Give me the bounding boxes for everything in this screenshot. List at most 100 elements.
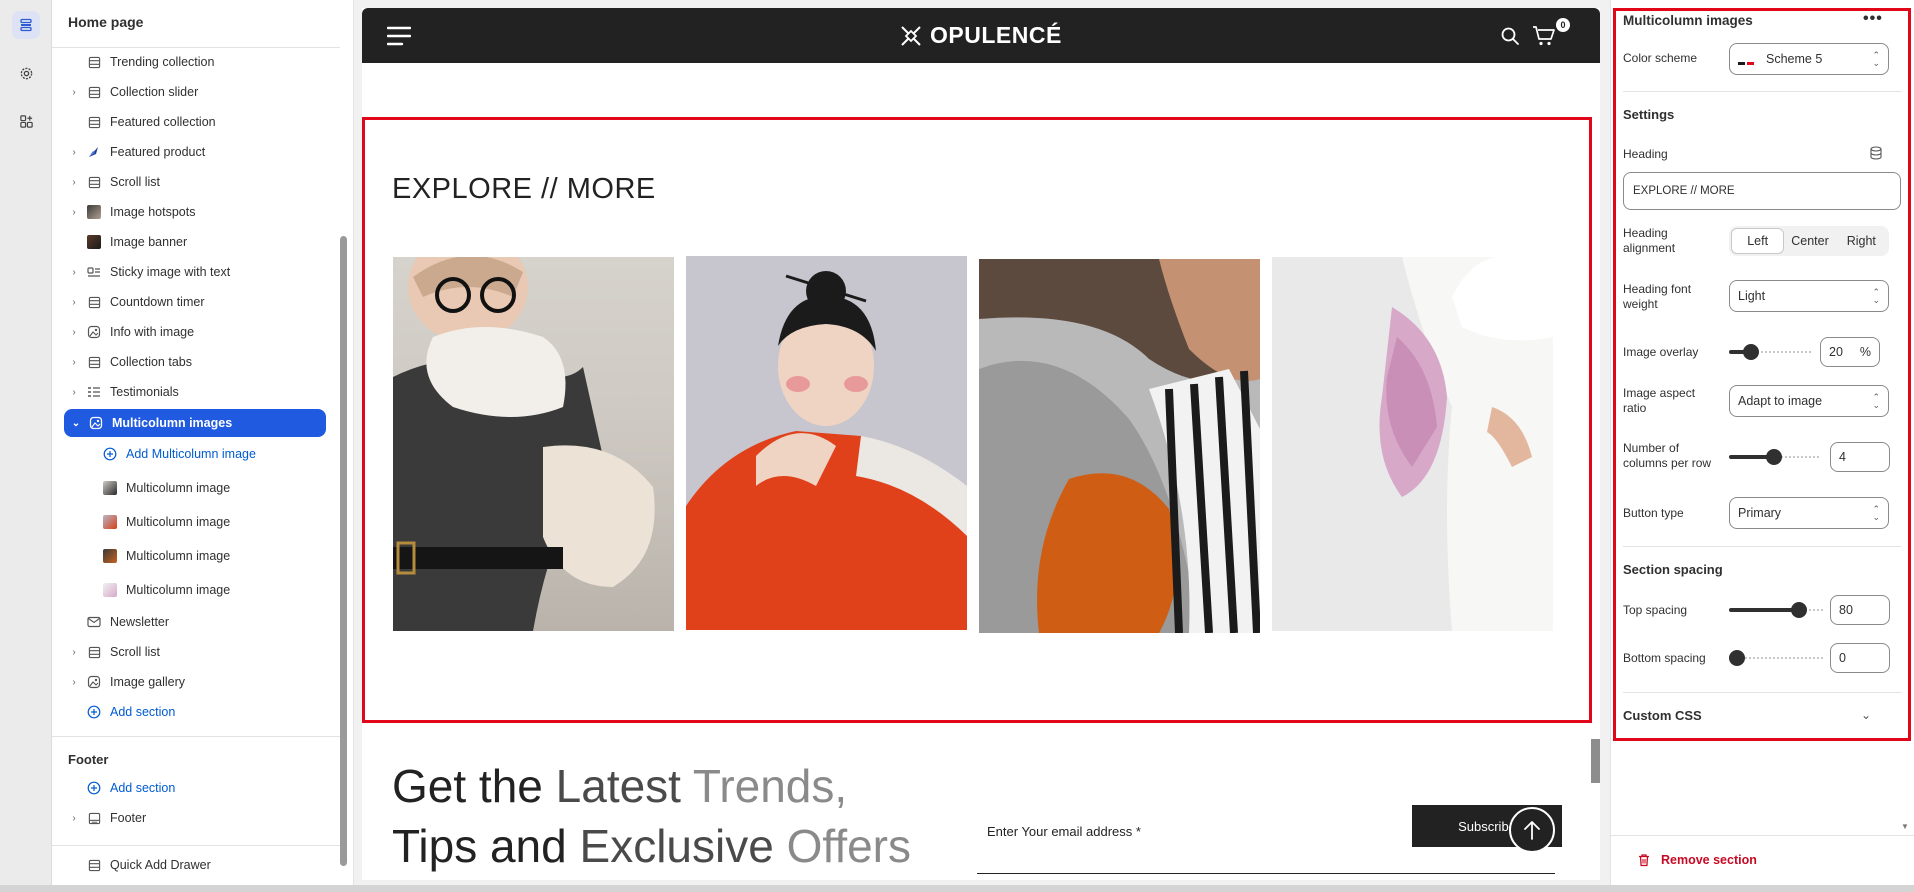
chevron-right-icon[interactable]: › [68, 147, 80, 158]
preview-scrollbar[interactable] [1591, 739, 1600, 783]
section-icon [86, 294, 102, 310]
sidebar-item[interactable]: Featured collection [52, 108, 340, 136]
add-block-link[interactable]: Add Multicolumn image [52, 440, 340, 468]
sidebar-item[interactable]: › Collection tabs [52, 348, 340, 376]
slider-knob[interactable] [1766, 449, 1782, 465]
multicolumn-image[interactable] [393, 257, 674, 631]
image-thumbnail-icon [102, 514, 118, 530]
back-to-top-button[interactable] [1509, 807, 1555, 853]
scroll-down-icon[interactable]: ▼ [1901, 822, 1909, 831]
chevron-right-icon[interactable]: › [68, 813, 80, 824]
sidebar-item[interactable]: › Sticky image with text [52, 258, 340, 286]
columns-input[interactable]: 4 [1830, 442, 1890, 472]
chevron-right-icon[interactable]: › [68, 327, 80, 338]
chevron-right-icon[interactable]: › [68, 647, 80, 658]
chevron-right-icon[interactable]: › [68, 387, 80, 398]
sidebar-item-quick-add[interactable]: Quick Add Drawer [52, 851, 340, 879]
sidebar-item-label: Scroll list [110, 175, 161, 189]
sidebar-item-label: Countdown timer [110, 295, 205, 309]
slider-knob[interactable] [1743, 344, 1759, 360]
newsletter-heading-part: Tips and [392, 820, 580, 872]
heading-alignment-segmented[interactable]: Left Center Right [1729, 226, 1889, 256]
columns-slider[interactable] [1729, 449, 1819, 465]
bottom-spacing-slider[interactable] [1729, 650, 1823, 666]
more-options-icon[interactable]: ••• [1863, 10, 1883, 28]
search-icon[interactable] [1500, 26, 1520, 51]
align-right-option[interactable]: Right [1836, 228, 1887, 254]
chevron-right-icon[interactable]: › [68, 297, 80, 308]
divider [52, 736, 340, 737]
sidebar-item[interactable]: › Scroll list [52, 638, 340, 666]
settings-heading: Settings [1623, 107, 1675, 122]
block-item[interactable]: Multicolumn image [52, 508, 340, 536]
dynamic-source-icon[interactable] [1869, 146, 1883, 165]
sidebar-scrollbar[interactable] [340, 236, 347, 866]
cart-icon[interactable] [1532, 25, 1556, 52]
chevron-right-icon[interactable]: › [68, 357, 80, 368]
sidebar-item[interactable]: › Testimonials [52, 378, 340, 406]
block-item[interactable]: Multicolumn image [52, 474, 340, 502]
sidebar-item[interactable]: › Countdown timer [52, 288, 340, 316]
sidebar-item-multicolumn-images[interactable]: ⌄ Multicolumn images [64, 409, 326, 437]
sidebar-item[interactable]: Newsletter [52, 608, 340, 636]
bottom-spacing-label: Bottom spacing [1623, 651, 1706, 665]
aspect-ratio-label: Image aspect ratio [1623, 386, 1696, 415]
plus-circle-icon [102, 446, 118, 462]
bottom-spacing-input[interactable]: 0 [1830, 643, 1890, 673]
sidebar-item[interactable]: › Image hotspots [52, 198, 340, 226]
panel-title: Multicolumn images [1623, 13, 1753, 28]
multicolumn-image[interactable] [979, 259, 1260, 633]
chevron-right-icon[interactable]: › [68, 267, 80, 278]
sidebar-item[interactable]: Image banner [52, 228, 340, 256]
chevron-right-icon[interactable]: › [68, 207, 80, 218]
color-scheme-label: Color scheme [1623, 51, 1698, 65]
top-spacing-slider[interactable] [1729, 602, 1823, 618]
email-input[interactable]: Enter Your email address * [987, 824, 1141, 839]
add-section-link[interactable]: Add section [52, 774, 340, 802]
sidebar-item[interactable]: › Featured product [52, 138, 340, 166]
sidebar-item-footer[interactable]: › Footer [52, 804, 340, 832]
store-logo[interactable]: OPULENCÉ [898, 22, 1062, 49]
remove-section-button[interactable]: Remove section [1637, 853, 1757, 867]
slider-knob[interactable] [1729, 650, 1745, 666]
slider-knob[interactable] [1791, 602, 1807, 618]
heading-label: Heading [1623, 147, 1668, 161]
chevron-down-icon[interactable]: ⌄ [70, 418, 82, 429]
button-type-select[interactable]: Primary ⌃ ⌄ [1729, 497, 1889, 529]
font-weight-select[interactable]: Light ⌃ ⌄ [1729, 280, 1889, 312]
columns-label: Number of columns per row [1623, 441, 1712, 470]
sidebar-item[interactable]: › Collection slider [52, 78, 340, 106]
sidebar-item[interactable]: › Scroll list [52, 168, 340, 196]
section-icon [86, 174, 102, 190]
arrow-up-icon [1524, 821, 1540, 840]
apps-icon[interactable] [12, 107, 40, 135]
block-item[interactable]: Multicolumn image [52, 576, 340, 604]
sidebar-item[interactable]: Trending collection [52, 48, 340, 76]
top-spacing-input[interactable]: 80 [1830, 595, 1890, 625]
sections-icon[interactable] [12, 11, 40, 39]
chevron-right-icon[interactable]: › [68, 677, 80, 688]
chevron-down-icon[interactable]: ⌄ [1861, 708, 1871, 722]
add-section-link[interactable]: Add section [52, 698, 340, 726]
store-header: OPULENCÉ 0 [362, 8, 1600, 63]
multicolumn-image[interactable] [686, 256, 967, 630]
aspect-ratio-select[interactable]: Adapt to image ⌃ ⌄ [1729, 385, 1889, 417]
image-overlay-input[interactable]: 20 % [1820, 337, 1880, 367]
block-item[interactable]: Multicolumn image [52, 542, 340, 570]
multicolumn-image[interactable] [1272, 257, 1553, 631]
chevron-right-icon[interactable]: › [68, 87, 80, 98]
sidebar-item[interactable]: › Info with image [52, 318, 340, 346]
newsletter-heading-part: Exclusive [579, 820, 787, 872]
sidebar-item[interactable]: › Image gallery [52, 668, 340, 696]
image-overlay-slider[interactable] [1729, 344, 1813, 360]
sidebar-item-label: Footer [110, 811, 147, 825]
align-center-option[interactable]: Center [1784, 228, 1835, 254]
color-scheme-select[interactable]: Scheme 5 ⌃ ⌄ [1729, 43, 1889, 75]
heading-input[interactable]: EXPLORE // MORE [1623, 172, 1901, 210]
chevron-right-icon[interactable]: › [68, 177, 80, 188]
section-sidebar: Home page Trending collection › Collectio… [52, 0, 399, 885]
hamburger-menu-icon[interactable] [386, 26, 412, 51]
settings-gear-icon[interactable] [12, 59, 40, 87]
custom-css-heading[interactable]: Custom CSS [1623, 708, 1702, 723]
align-left-option[interactable]: Left [1731, 228, 1785, 254]
